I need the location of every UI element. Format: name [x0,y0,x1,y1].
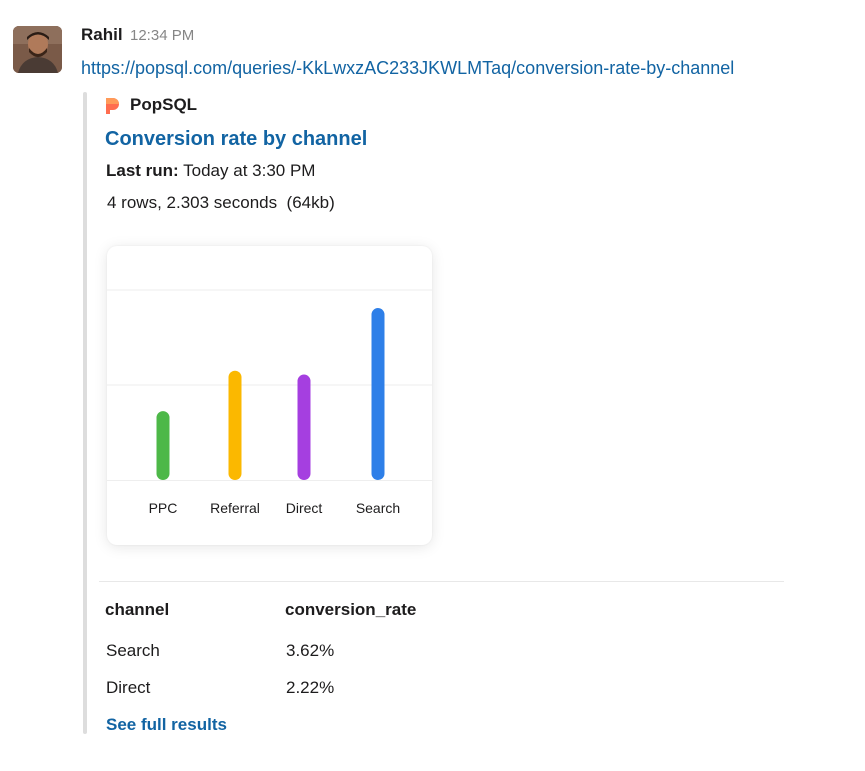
cell-conversion-rate: 3.62% [286,641,335,660]
last-run-value: Today at 3:30 PM [178,161,316,180]
see-full-results-link[interactable]: See full results [106,715,227,735]
bar-direct[interactable] [297,374,311,480]
avatar[interactable] [13,26,62,73]
result-summary: 4 rows, 2.303 seconds (64kb) [107,193,335,212]
popsql-logo-icon [104,97,120,115]
bar-search[interactable] [371,308,385,480]
last-run: Last run: Today at 3:30 PM [106,161,315,181]
column-header-conversion-rate: conversion_rate [285,600,417,619]
sender-name[interactable]: Rahil [81,25,123,45]
column-header-channel: channel [105,600,170,619]
app-name: PopSQL [130,95,198,114]
divider [99,581,784,582]
attachment-border [83,92,87,734]
bar-ppc[interactable] [156,411,170,480]
category-label-search: Search [356,500,400,516]
message-timestamp[interactable]: 12:34 PM [130,27,194,45]
chart-card[interactable]: PPC Referral Direct Search [107,246,432,545]
cell-channel: Search [106,641,160,660]
cell-conversion-rate: 2.22% [286,678,335,697]
category-label-direct: Direct [286,500,323,516]
bar-chart: PPC Referral Direct Search [107,289,432,516]
query-title-link[interactable]: Conversion rate by channel [105,127,367,151]
category-label-referral: Referral [210,500,260,516]
query-url-link[interactable]: https://popsql.com/queries/-KkLwxzAC233J… [81,57,734,79]
bar-referral[interactable] [228,370,242,480]
last-run-label: Last run: [106,161,179,180]
category-label-ppc: PPC [149,500,178,516]
cell-channel: Direct [106,678,151,697]
